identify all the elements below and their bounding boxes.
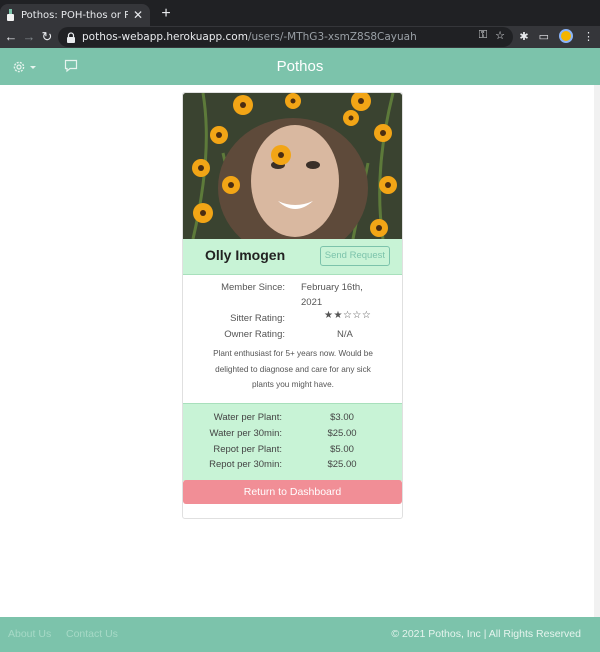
profile-avatar[interactable] [559,29,573,43]
price-value: $5.00 [330,444,354,455]
star-filled-icon: ★ [333,310,343,321]
about-us-link[interactable]: About Us [8,628,51,640]
profile-info: Member Since: February 16th, 2021 Sitter… [183,276,402,402]
sitter-rating-label: Sitter Rating: [230,313,285,324]
address-bar[interactable]: pothos-webapp.herokuapp.com/users/-MThG3… [58,27,513,47]
brand-title[interactable]: Pothos [0,58,600,75]
profile-photo [183,93,402,239]
price-label: Water per Plant: [213,412,282,423]
send-request-button[interactable]: Send Request [319,246,390,266]
extensions-icon[interactable]: ✱ [519,30,528,43]
footer: About Us Contact Us © 2021 Pothos, Inc |… [0,617,600,652]
bio-text: Plant enthusiast for 5+ years now. Would… [213,349,373,389]
user-name: Olly Imogen [205,247,286,263]
name-header: Olly Imogen Send Request [183,239,402,275]
browser-tab-strip: Pothos: POH-thos or PAH-thos ✕ + [0,0,600,26]
member-since-value: February 16th, 2021 [301,282,363,308]
lock-icon [67,31,75,43]
profile-card: Olly Imogen Send Request Member Since: F… [182,92,403,519]
tab-title: Pothos: POH-thos or PAH-thos [21,9,128,21]
price-label: Repot per 30min: [209,459,282,470]
star-empty-icon: ☆ [361,310,372,321]
star-empty-icon: ☆ [352,310,362,321]
forward-icon[interactable]: → [20,28,38,46]
price-value: $25.00 [327,459,357,470]
star-empty-icon: ☆ [342,310,353,321]
price-value: $3.00 [330,412,354,423]
menu-kebab-icon[interactable]: ⋮ [583,30,594,43]
price-label: Repot per Plant: [213,444,282,455]
new-tab-icon[interactable]: + [159,5,173,23]
scrollbar[interactable] [594,85,600,617]
pothos-favicon-icon [7,9,14,21]
price-label: Water per 30min: [209,428,282,439]
price-list: Water per Plant: $3.00 Water per 30min: … [183,403,402,481]
contact-us-link[interactable]: Contact Us [66,628,118,640]
key-icon[interactable]: ⚿ [479,29,487,42]
back-icon[interactable]: ← [2,28,20,46]
app-navbar: Pothos [0,48,600,85]
owner-rating-value: N/A [337,329,353,340]
bookmark-star-icon[interactable]: ☆ [495,29,505,42]
owner-rating-label: Owner Rating: [224,329,285,340]
copyright-text: © 2021 Pothos, Inc | All Rights Reserved [391,628,581,640]
star-filled-icon: ★ [324,310,334,321]
browser-tab[interactable]: Pothos: POH-thos or PAH-thos ✕ [0,4,150,26]
member-since-label: Member Since: [221,282,285,293]
price-value: $25.00 [327,428,357,439]
close-tab-icon[interactable]: ✕ [132,8,144,22]
sitter-rating-stars: ★ ★ ☆ ☆ ☆ [324,310,371,321]
cast-icon[interactable]: ▭ [539,30,549,43]
return-to-dashboard-button[interactable]: Return to Dashboard [183,480,402,504]
reload-icon[interactable]: ↻ [38,28,56,46]
url-text: pothos-webapp.herokuapp.com/users/-MThG3… [82,31,417,43]
browser-toolbar: ← → ↻ pothos-webapp.herokuapp.com/users/… [0,26,600,48]
